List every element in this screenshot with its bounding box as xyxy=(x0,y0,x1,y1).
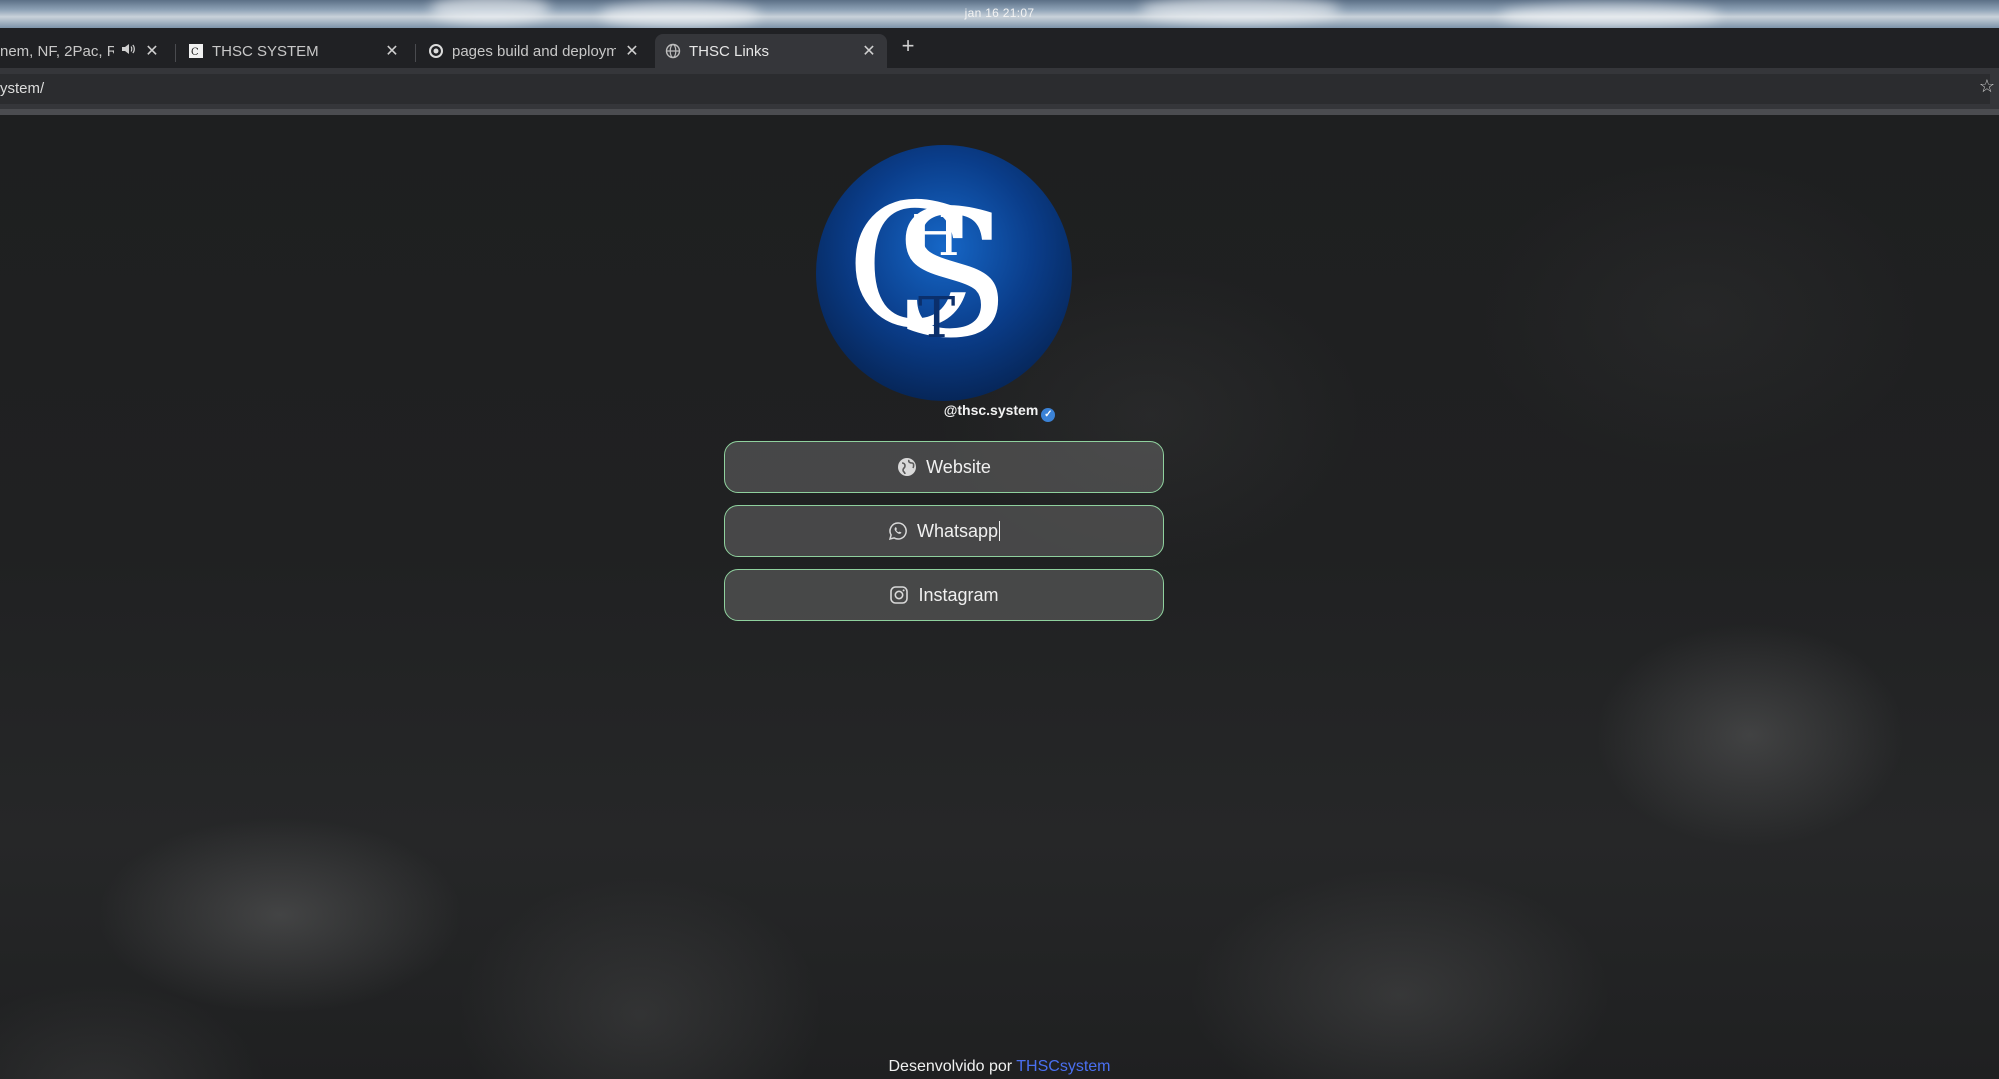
text-cursor xyxy=(999,521,1001,541)
website-button[interactable]: Website xyxy=(724,441,1164,493)
thsc-favicon: C xyxy=(188,43,204,59)
tab-thsc-links[interactable]: THSC Links ✕ xyxy=(655,34,887,68)
footer-link[interactable]: THSCsystem xyxy=(1016,1058,1110,1075)
instagram-button[interactable]: Instagram xyxy=(724,569,1164,621)
whatsapp-icon xyxy=(888,521,908,541)
logo-letter-t: T xyxy=(918,286,955,351)
speaker-icon[interactable] xyxy=(120,41,136,61)
close-icon[interactable]: ✕ xyxy=(144,41,160,61)
tab-separator xyxy=(415,44,416,62)
new-tab-button[interactable]: + xyxy=(898,35,918,57)
browser-tab-strip: nem, NF, 2Pac, Ri ✕ C THSC SYSTEM ✕ page… xyxy=(0,28,1999,68)
address-bar[interactable]: ystem/ xyxy=(0,74,1990,104)
globe-icon xyxy=(897,457,917,477)
browser-toolbar: ystem/ ☆ xyxy=(0,68,1999,112)
footer: Desenvolvido por THSCsystem xyxy=(0,1058,1999,1076)
thsc-logo: C H S T xyxy=(846,168,1011,377)
system-clock[interactable]: jan 16 21:07 xyxy=(0,6,1999,20)
close-icon[interactable]: ✕ xyxy=(624,41,640,61)
profile-username-row: @thsc.system ✓ xyxy=(0,402,1999,422)
tab-separator xyxy=(175,44,176,62)
close-icon[interactable]: ✕ xyxy=(384,41,400,61)
tab-title: THSC SYSTEM xyxy=(212,42,319,60)
whatsapp-button[interactable]: Whatsapp xyxy=(724,505,1164,557)
tab-pages-build[interactable]: pages build and deploym ✕ xyxy=(418,34,650,68)
profile-username: @thsc.system xyxy=(943,402,1039,418)
website-button-label: Website xyxy=(926,456,991,477)
system-top-bar: jan 16 21:07 xyxy=(0,0,1999,28)
close-icon[interactable]: ✕ xyxy=(861,41,877,61)
avatar: C H S T xyxy=(816,145,1072,401)
instagram-button-label: Instagram xyxy=(918,584,999,605)
tab-title: nem, NF, 2Pac, Ri xyxy=(0,42,114,60)
url-text: ystem/ xyxy=(0,80,45,97)
tab-title: THSC Links xyxy=(689,42,770,60)
tab-thsc-system[interactable]: C THSC SYSTEM ✕ xyxy=(178,34,410,68)
tab-title: pages build and deploym xyxy=(452,42,616,60)
tab-music[interactable]: nem, NF, 2Pac, Ri ✕ xyxy=(0,34,170,68)
whatsapp-button-label: Whatsapp xyxy=(916,520,999,541)
globe-icon xyxy=(665,43,681,59)
github-icon xyxy=(428,43,444,59)
footer-prefix: Desenvolvido por xyxy=(888,1058,1013,1075)
verified-badge-icon: ✓ xyxy=(1041,408,1056,422)
bookmark-star-icon[interactable]: ☆ xyxy=(1979,76,1995,97)
svg-text:C: C xyxy=(191,47,199,58)
instagram-icon xyxy=(889,585,909,605)
